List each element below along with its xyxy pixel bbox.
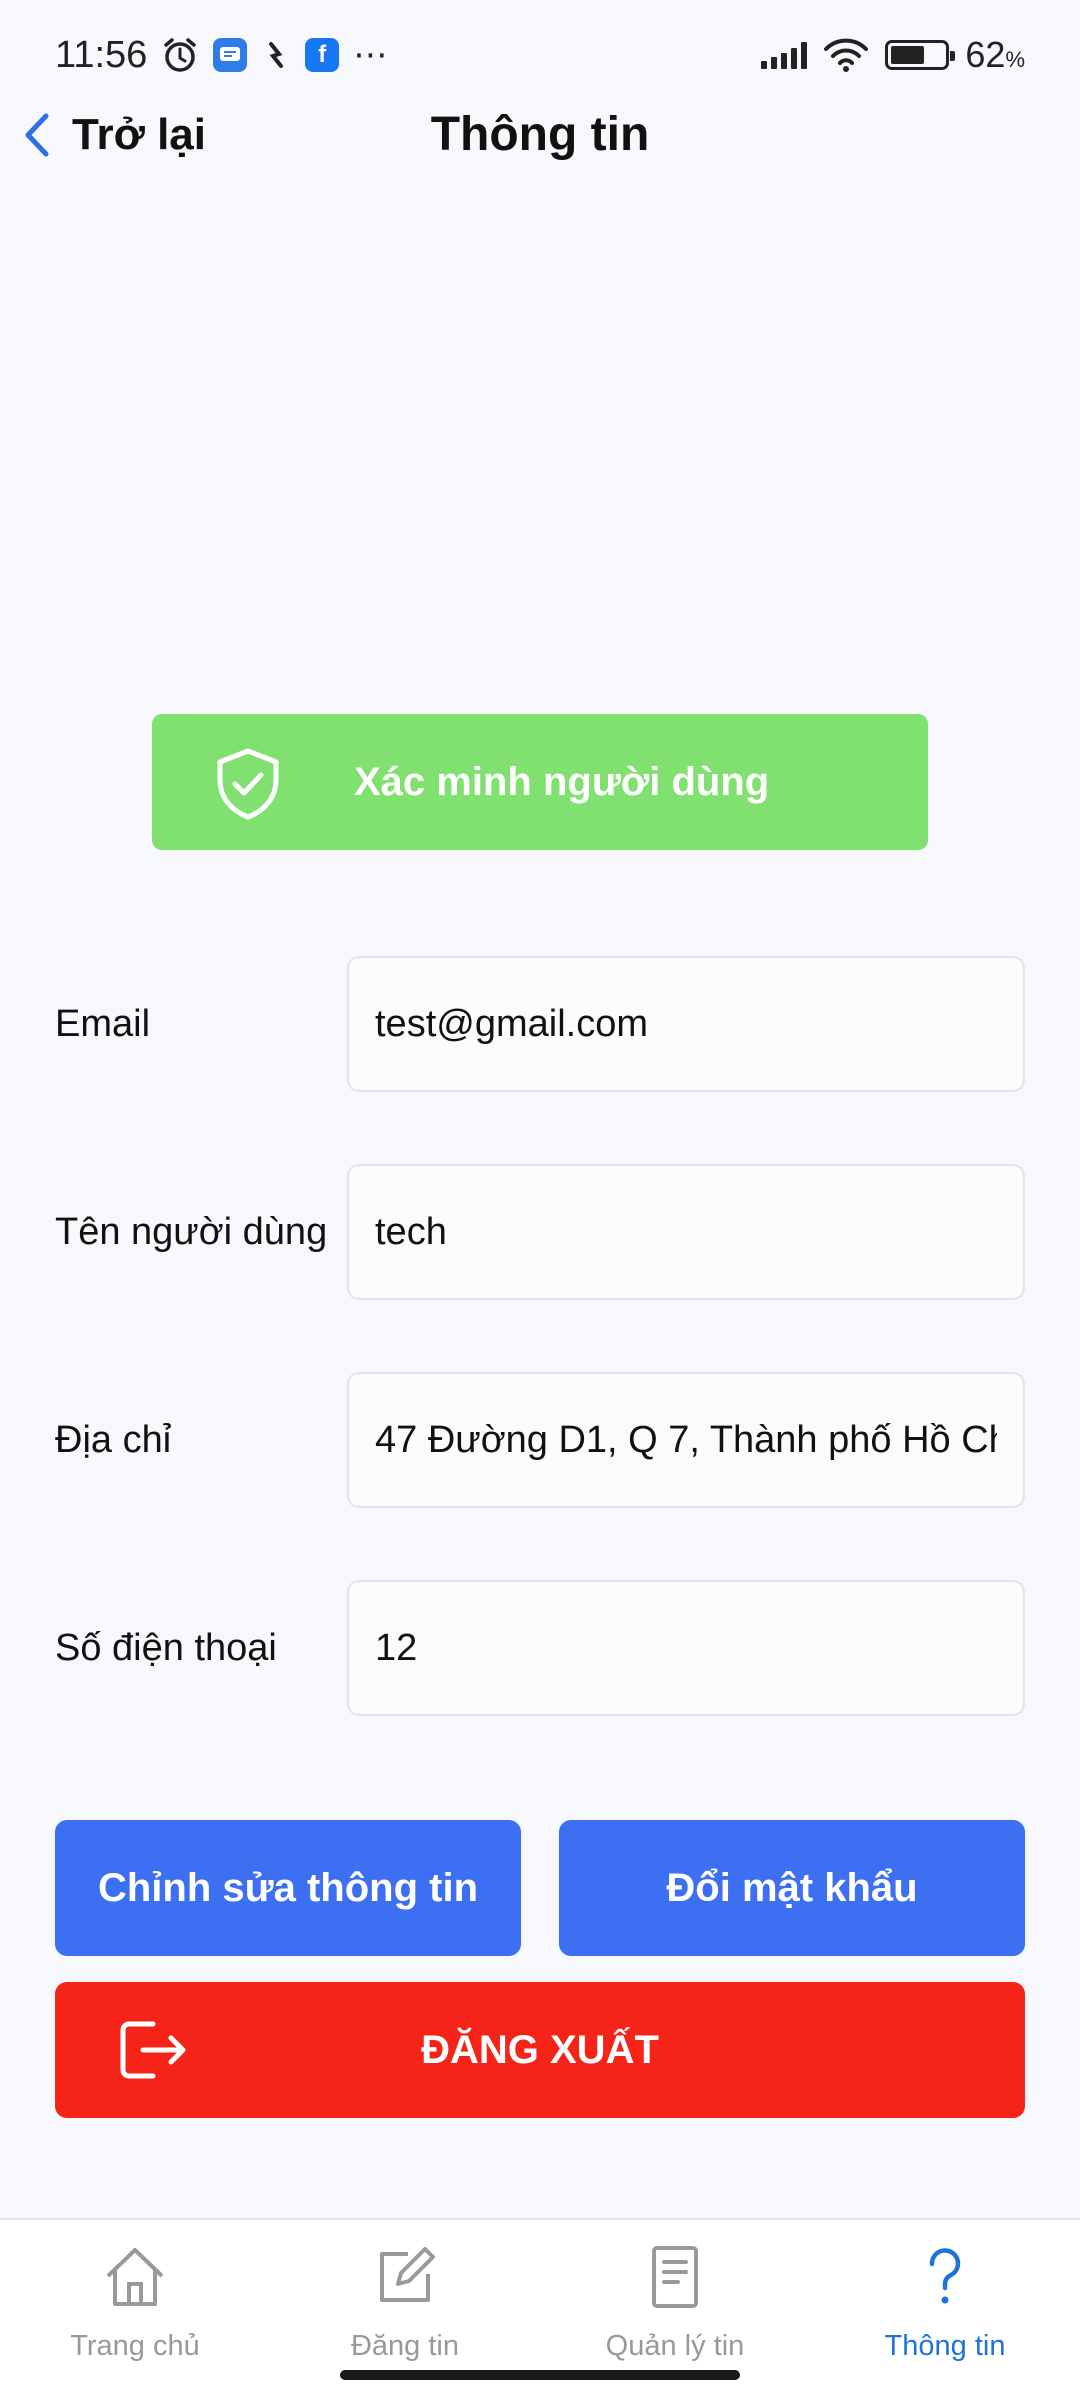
username-field[interactable]	[347, 1164, 1025, 1300]
address-label: Địa chỉ	[55, 1419, 172, 1461]
back-button[interactable]: Trở lại	[18, 95, 206, 175]
shield-check-icon	[217, 748, 279, 820]
facebook-icon: f	[305, 38, 340, 72]
address-field[interactable]	[347, 1372, 1025, 1508]
signal-icon	[761, 41, 808, 69]
app-icon	[261, 40, 291, 70]
document-icon	[652, 2246, 698, 2308]
address-row: Địa chỉ	[55, 1372, 1025, 1508]
chevron-left-icon	[25, 113, 49, 157]
battery-icon	[885, 40, 956, 70]
nav-item-manage[interactable]: Quản lý tin	[540, 2220, 810, 2380]
email-field[interactable]	[347, 956, 1025, 1092]
nav-label-manage: Quản lý tin	[605, 2330, 745, 2362]
email-row: Email	[55, 956, 1025, 1092]
edit-icon	[380, 2247, 435, 2302]
phone-label: Số điện thoại	[55, 1627, 277, 1669]
wifi-icon	[823, 37, 869, 73]
verify-user-label: Xác minh người dùng	[354, 760, 770, 804]
back-label: Trở lại	[72, 110, 206, 159]
nav-item-info[interactable]: Thông tin	[810, 2220, 1080, 2380]
phone-row: Số điện thoại	[55, 1580, 1025, 1716]
nav-item-post[interactable]: Đăng tin	[270, 2220, 540, 2380]
logout-button[interactable]: ĐĂNG XUẤT	[55, 1982, 1025, 2118]
nav-label-post: Đăng tin	[350, 2330, 459, 2362]
email-label: Email	[55, 1003, 151, 1045]
phone-field[interactable]	[347, 1580, 1025, 1716]
status-time: 11:56	[55, 33, 148, 76]
username-row: Tên người dùng	[55, 1164, 1025, 1300]
nav-item-home[interactable]: Trang chủ	[0, 2220, 270, 2380]
logout-icon	[120, 2021, 186, 2079]
change-password-button[interactable]: Đổi mật khẩu	[559, 1820, 1025, 1956]
home-icon	[106, 2248, 164, 2306]
username-label: Tên người dùng	[55, 1211, 328, 1253]
header: Trở lại Thông tin	[0, 95, 1080, 175]
nav-label-home: Trang chủ	[70, 2330, 200, 2362]
question-icon	[929, 2248, 961, 2304]
more-dots-icon: ⋯	[353, 36, 390, 74]
nav-label-info: Thông tin	[884, 2330, 1006, 2362]
messages-app-icon	[213, 38, 248, 72]
battery-percent: 62%	[965, 34, 1025, 75]
logout-label: ĐĂNG XUẤT	[421, 2027, 659, 2072]
alarm-icon	[161, 36, 199, 74]
home-indicator	[340, 2370, 740, 2380]
status-bar: 11:56 f ⋯ 62%	[0, 0, 1080, 110]
edit-info-button[interactable]: Chỉnh sửa thông tin	[55, 1820, 521, 1956]
verify-user-button[interactable]: Xác minh người dùng	[152, 714, 928, 850]
